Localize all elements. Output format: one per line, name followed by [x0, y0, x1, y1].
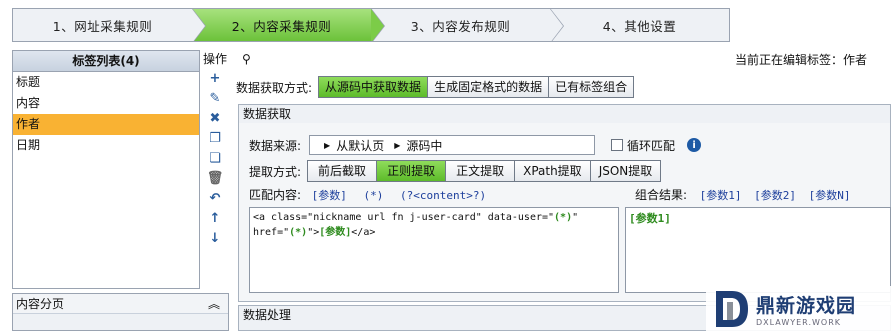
extract-method-label: 提取方式:: [249, 164, 302, 179]
match-content-row: 匹配内容: [参数] (*) (?<content>?): [249, 186, 486, 203]
code-text: </a>: [351, 227, 376, 238]
step-bar: 1、网址采集规则 2、内容采集规则 3、内容发布规则 4、其他设置: [12, 8, 730, 42]
code-param: [参数]: [319, 227, 352, 238]
add-icon[interactable]: +: [202, 68, 228, 88]
data-fetch-title: 数据获取: [239, 105, 890, 123]
delete-x-icon[interactable]: ✖: [202, 108, 228, 128]
tag-item-date[interactable]: 日期: [13, 135, 199, 156]
step-label: 4、其他设置: [602, 18, 677, 34]
edit-pencil-icon[interactable]: ✎: [202, 88, 228, 108]
insert-content-group-token[interactable]: (?<content>?): [400, 189, 486, 202]
combine-param1-token[interactable]: [参数1]: [700, 189, 742, 202]
data-processing-title: 数据处理: [243, 308, 292, 322]
combine-result-label: 组合结果:: [635, 188, 688, 202]
method-tag-combine-button[interactable]: 已有标签组合: [549, 76, 635, 98]
editing-tag-label: 当前正在编辑标签：作者: [734, 52, 867, 67]
source-label: 数据来源:: [249, 138, 302, 153]
match-content-textarea[interactable]: <a class="nickname url fn j-user-card" d…: [249, 207, 619, 293]
data-fetch-section: 数据获取 数据来源: ▶ 从默认页 ▶ 源码中 循环匹配 i 提取方式: 前后截…: [238, 104, 891, 302]
code-text: href=": [253, 227, 290, 238]
watermark-name: 鼎新游戏园: [756, 294, 857, 317]
info-icon[interactable]: i: [687, 138, 702, 152]
combine-param2-token[interactable]: [参数2]: [754, 189, 796, 202]
step-label: 1、网址采集规则: [52, 18, 153, 34]
extract-before-after-button[interactable]: 前后截取: [307, 160, 378, 182]
tag-item-content[interactable]: 内容: [13, 93, 199, 114]
watermark: 鼎新游戏园 DXLAWYER.WORK: [706, 286, 891, 331]
content-paging-title: 内容分页: [16, 297, 65, 311]
chevron-right-icon: ▶: [394, 140, 401, 150]
copy-icon[interactable]: ❐: [202, 128, 228, 148]
move-up-icon[interactable]: ↑: [202, 208, 228, 228]
location-pin-icon: ⚲: [242, 52, 251, 66]
combine-result-value: [参数1]: [629, 212, 671, 225]
code-text: ">: [307, 227, 320, 238]
step-label: 3、内容发布规则: [410, 18, 511, 34]
trash-icon[interactable]: 🗑: [202, 168, 228, 188]
source-part-html[interactable]: 源码中: [406, 137, 442, 154]
tag-item-title[interactable]: 标题: [13, 72, 199, 93]
paste-icon[interactable]: ❏: [202, 148, 228, 168]
method-from-source-button[interactable]: 从源码中获取数据: [318, 76, 429, 98]
loop-match-checkbox[interactable]: [611, 139, 624, 151]
combine-result-textarea[interactable]: [参数1]: [625, 207, 891, 293]
code-text: <a class="nickname url fn j-user-card" d…: [253, 212, 555, 223]
step-label: 2、内容采集规则: [231, 18, 332, 34]
code-wildcard: (*): [289, 227, 308, 238]
extract-regex-button[interactable]: 正则提取: [377, 160, 447, 182]
step-url-rules[interactable]: 1、网址采集规则: [13, 9, 206, 41]
fetch-method-label: 数据获取方式:: [236, 80, 313, 95]
insert-wildcard-token[interactable]: (*): [364, 189, 384, 202]
step-other-settings[interactable]: 4、其他设置: [550, 9, 729, 41]
extract-xpath-button[interactable]: XPath提取: [515, 160, 591, 182]
operations-toolbar: 操作 + ✎ ✖ ❐ ❏ 🗑 ↶ ↑ ↓: [202, 50, 228, 289]
match-content-label: 匹配内容:: [249, 188, 302, 202]
chevron-right-icon: ▶: [324, 140, 331, 150]
source-breadcrumb-field[interactable]: ▶ 从默认页 ▶ 源码中: [309, 135, 596, 155]
code-wildcard: (*): [554, 212, 573, 223]
operations-label: 操作: [202, 52, 227, 66]
step-publish-rules[interactable]: 3、内容发布规则: [371, 9, 564, 41]
code-text: ": [572, 212, 579, 223]
collapse-icon[interactable]: ︽: [208, 294, 220, 313]
tag-item-author[interactable]: 作者: [13, 114, 199, 135]
tag-list-title: 标签列表(4): [13, 51, 199, 72]
tag-list-panel: 标签列表(4) 标题 内容 作者 日期: [12, 50, 200, 289]
extract-json-button[interactable]: JSON提取: [590, 160, 662, 182]
undo-icon[interactable]: ↶: [202, 188, 228, 208]
content-paging-panel: 内容分页 ︽: [12, 293, 229, 331]
watermark-logo: [712, 289, 750, 329]
move-down-icon[interactable]: ↓: [202, 228, 228, 248]
method-fixed-format-button[interactable]: 生成固定格式的数据: [428, 76, 550, 98]
combine-result-row: 组合结果: [参数1] [参数2] [参数N]: [635, 186, 851, 203]
insert-param-token[interactable]: [参数]: [312, 189, 347, 202]
source-part-default-page[interactable]: 从默认页: [336, 137, 384, 154]
step-content-rules[interactable]: 2、内容采集规则: [192, 9, 385, 41]
watermark-url: DXLAWYER.WORK: [756, 317, 841, 327]
loop-match-label: 循环匹配: [627, 138, 676, 153]
combine-paramN-token[interactable]: [参数N]: [809, 189, 851, 202]
extract-body-text-button[interactable]: 正文提取: [446, 160, 516, 182]
